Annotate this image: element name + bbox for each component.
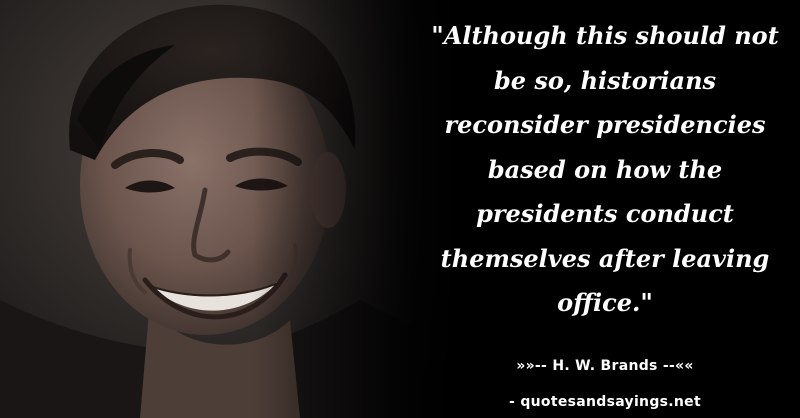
source-credit: - quotesandsayings.net (509, 394, 701, 410)
quote-line: be so, historians (493, 65, 717, 95)
quote-line: themselves after leaving (440, 243, 770, 273)
author-photo (0, 0, 460, 418)
photo-fade-overlay (0, 0, 460, 418)
quote-card: "Although this should not be so, histori… (0, 0, 800, 418)
quote-line: based on how the (487, 154, 723, 184)
author-attribution: »»-- H. W. Brands --«« (516, 358, 694, 374)
quote-line: office." (557, 288, 653, 317)
quote-line: "Although this should not (431, 21, 779, 50)
quote-line: reconsider presidencies (444, 110, 766, 139)
quote-text: "Although this should not be so, histori… (420, 14, 790, 326)
quote-line: presidents conduct (476, 199, 734, 228)
